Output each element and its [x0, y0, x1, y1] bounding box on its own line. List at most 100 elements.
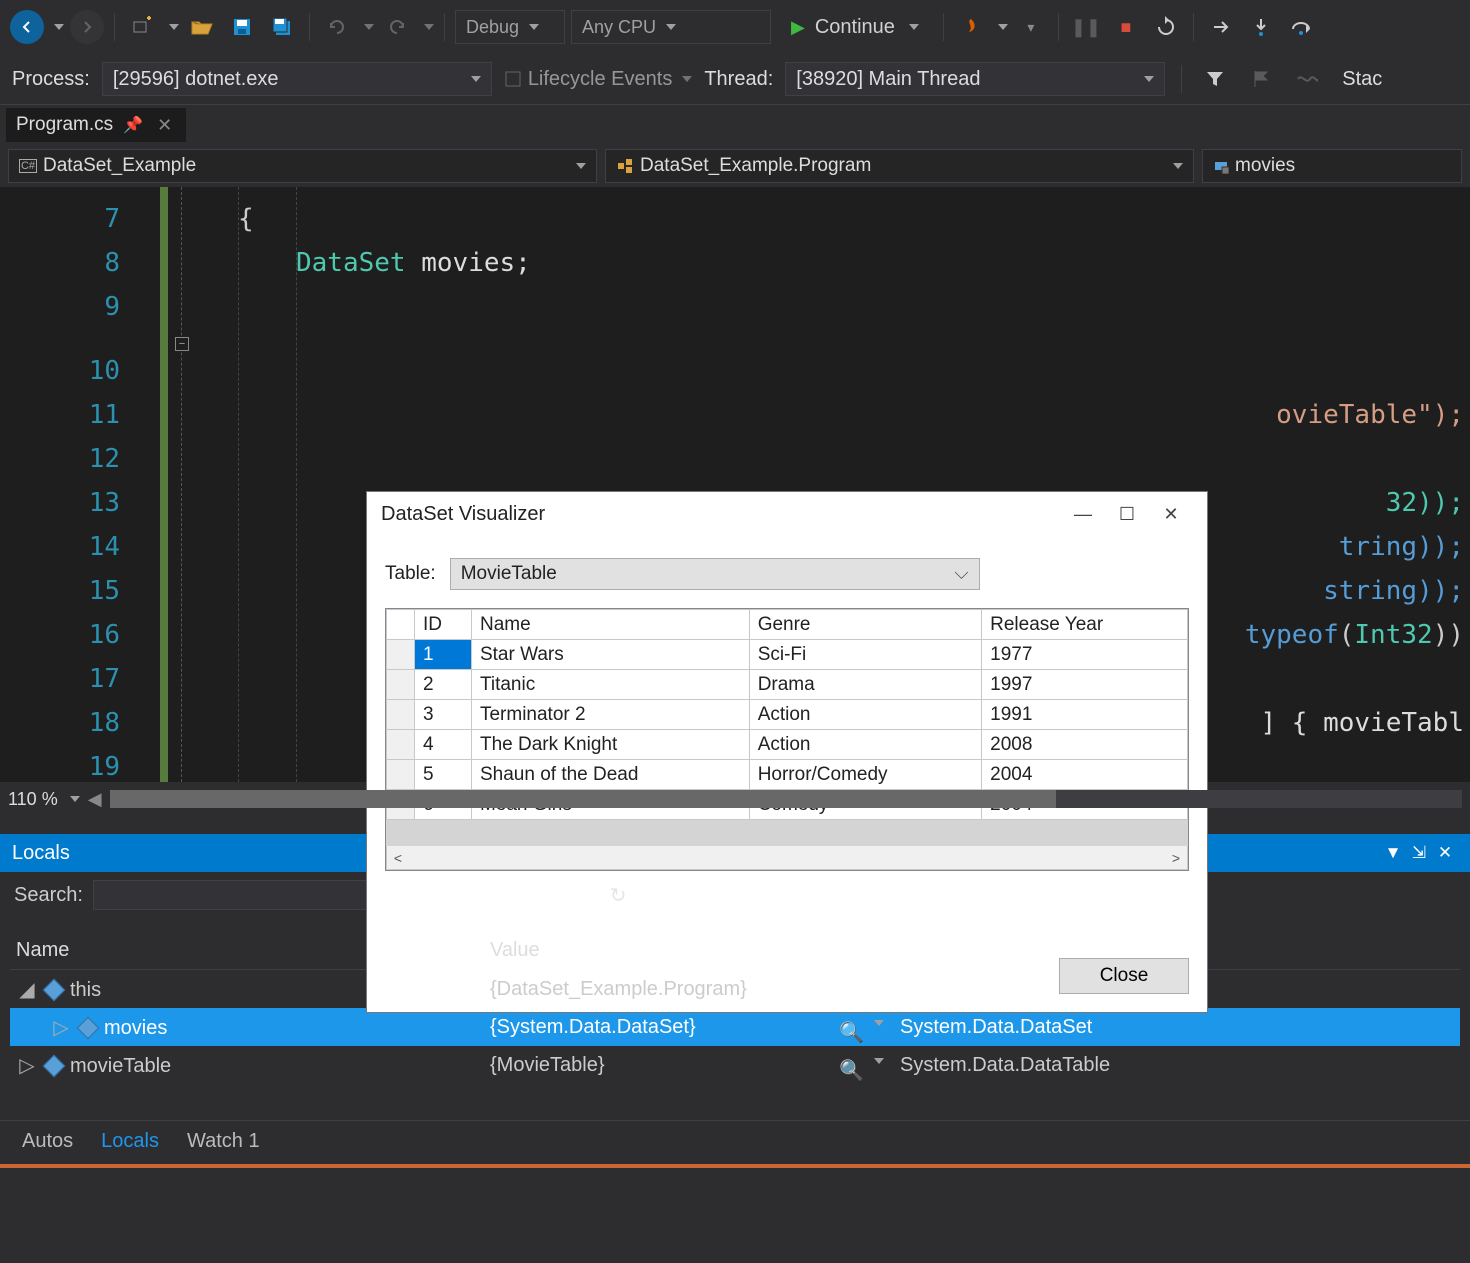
tab-autos[interactable]: Autos [10, 1124, 85, 1159]
visualizer-dropdown[interactable] [874, 1058, 884, 1064]
scroll-left-icon[interactable]: < [387, 850, 409, 866]
dialog-title: DataSet Visualizer [381, 503, 545, 526]
save-button[interactable] [225, 10, 259, 44]
redo-button[interactable] [380, 10, 414, 44]
step-over-button[interactable] [1284, 10, 1318, 44]
process-dropdown[interactable]: [29596] dotnet.exe [102, 62, 492, 96]
hot-reload-button[interactable] [954, 10, 988, 44]
grid-hscrollbar[interactable]: < > [386, 846, 1188, 870]
editor-hscrollbar[interactable] [110, 790, 1462, 808]
line-numbers: 789 101112 131415 161718 19 [0, 187, 140, 782]
namespace-dropdown[interactable]: C# DataSet_Example [8, 149, 597, 183]
grid-row[interactable]: 2TitanicDrama1997 [387, 670, 1188, 700]
restart-button[interactable] [1149, 10, 1183, 44]
show-next-statement-button[interactable] [1204, 10, 1238, 44]
code-text: ovieTable"); [1276, 400, 1464, 430]
redo-dropdown[interactable] [424, 24, 434, 30]
locals-row-movietable[interactable]: ▷movieTable {MovieTable} 🔍 System.Data.D… [10, 1046, 1460, 1084]
locals-title: Locals [12, 842, 70, 865]
fold-toggle[interactable]: − [175, 337, 189, 351]
pause-button[interactable]: ❚❚ [1069, 10, 1103, 44]
undo-button[interactable] [320, 10, 354, 44]
separator [114, 13, 115, 41]
var-name: movies [104, 1017, 167, 1039]
maximize-button[interactable]: ☐ [1105, 504, 1149, 525]
scroll-left-icon[interactable]: ◀ [88, 789, 102, 810]
var-value: {DataSet_Example.Program} [490, 978, 747, 1000]
locals-row-movies[interactable]: ▷movies {System.Data.DataSet} 🔍 System.D… [10, 1008, 1460, 1046]
dataset-visualizer-dialog: DataSet Visualizer — ☐ ✕ Table: MovieTab… [367, 492, 1207, 1012]
grid-footer [386, 820, 1188, 846]
step-into-button[interactable] [1244, 10, 1278, 44]
forward-button[interactable] [70, 10, 104, 44]
magnifier-icon[interactable]: 🔍 [839, 1020, 864, 1045]
bottom-tool-tabs: Autos Locals Watch 1 [0, 1120, 1470, 1162]
dialog-titlebar[interactable]: DataSet Visualizer — ☐ ✕ [367, 492, 1207, 536]
close-panel-icon[interactable]: ✕ [1432, 843, 1458, 863]
overflow-button[interactable]: ▾ [1014, 10, 1048, 44]
new-project-dropdown[interactable] [169, 24, 179, 30]
visualizer-dropdown[interactable] [874, 1020, 884, 1026]
tab-locals[interactable]: Locals [89, 1124, 171, 1159]
expander-icon[interactable]: ▷ [16, 1053, 38, 1078]
process-label: Process: [12, 68, 90, 91]
lifecycle-events-dropdown[interactable]: Lifecycle Events [504, 68, 693, 91]
fold-column[interactable]: − [168, 187, 196, 782]
code-editor[interactable]: 789 101112 131415 161718 19 − { DataSet … [0, 187, 1470, 782]
expander-icon[interactable]: ◢ [16, 977, 38, 1002]
zoom-level[interactable]: 110 % [8, 789, 58, 810]
class-dropdown[interactable]: DataSet_Example.Program [605, 149, 1194, 183]
tab-program-cs[interactable]: Program.cs 📌 ✕ [6, 108, 186, 142]
column-header[interactable]: Release Year [982, 610, 1188, 640]
flag-button[interactable] [1244, 62, 1278, 96]
close-button[interactable]: Close [1059, 958, 1189, 994]
separator [309, 13, 310, 41]
close-window-button[interactable]: ✕ [1149, 504, 1193, 525]
column-header[interactable]: ID [415, 610, 472, 640]
col-value-header[interactable]: Value [490, 939, 890, 962]
back-button[interactable] [10, 10, 44, 44]
open-button[interactable] [185, 10, 219, 44]
column-header[interactable]: Genre [749, 610, 981, 640]
lifecycle-icon [504, 70, 522, 88]
window-position-icon[interactable]: ▼ [1380, 843, 1406, 863]
grid-row[interactable]: 3Terminator 2Action1991 [387, 700, 1188, 730]
platform-dropdown[interactable]: Any CPU [571, 10, 771, 44]
table-select[interactable]: MovieTable ⌵ [450, 558, 980, 590]
process-value: [29596] dotnet.exe [113, 68, 279, 91]
expander-icon[interactable]: ▷ [50, 1015, 72, 1040]
minimize-button[interactable]: — [1061, 504, 1105, 525]
search-deeper-icon[interactable]: ↻ [610, 883, 627, 908]
stop-button[interactable]: ■ [1109, 10, 1143, 44]
undo-dropdown[interactable] [364, 24, 374, 30]
close-tab-icon[interactable]: ✕ [153, 115, 176, 136]
table-label: Table: [385, 563, 436, 585]
continue-button[interactable]: ▶ Continue [777, 9, 933, 45]
data-grid[interactable]: ID Name Genre Release Year 1Star WarsSci… [385, 608, 1189, 871]
back-dropdown[interactable] [54, 24, 64, 30]
new-project-button[interactable] [125, 10, 159, 44]
separator [943, 13, 944, 41]
main-toolbar: Debug Any CPU ▶ Continue ▾ ❚❚ ■ [0, 0, 1470, 54]
threads-button[interactable] [1290, 62, 1324, 96]
thread-dropdown[interactable]: [38920] Main Thread [785, 62, 1165, 96]
code-text: string)); [1323, 576, 1464, 606]
var-name: movieTable [70, 1055, 171, 1077]
config-dropdown[interactable]: Debug [455, 10, 565, 44]
pin-icon[interactable]: 📌 [123, 115, 143, 135]
magnifier-icon[interactable]: 🔍 [839, 1058, 864, 1083]
save-all-button[interactable] [265, 10, 299, 44]
column-header[interactable]: Name [471, 610, 749, 640]
tab-watch1[interactable]: Watch 1 [175, 1124, 272, 1159]
pin-panel-icon[interactable]: ⇲ [1406, 843, 1432, 863]
hot-reload-dropdown[interactable] [998, 24, 1008, 30]
scroll-right-icon[interactable]: > [1165, 850, 1187, 866]
filter-button[interactable] [1198, 62, 1232, 96]
grid-row[interactable]: 4The Dark KnightAction2008 [387, 730, 1188, 760]
grid-row[interactable]: 5Shaun of the DeadHorror/Comedy2004 [387, 760, 1188, 790]
member-dropdown[interactable]: movies [1202, 149, 1462, 183]
platform-label: Any CPU [582, 17, 656, 38]
grid-row[interactable]: 1Star WarsSci-Fi1977 [387, 640, 1188, 670]
separator [1193, 13, 1194, 41]
zoom-dropdown[interactable] [70, 796, 80, 802]
